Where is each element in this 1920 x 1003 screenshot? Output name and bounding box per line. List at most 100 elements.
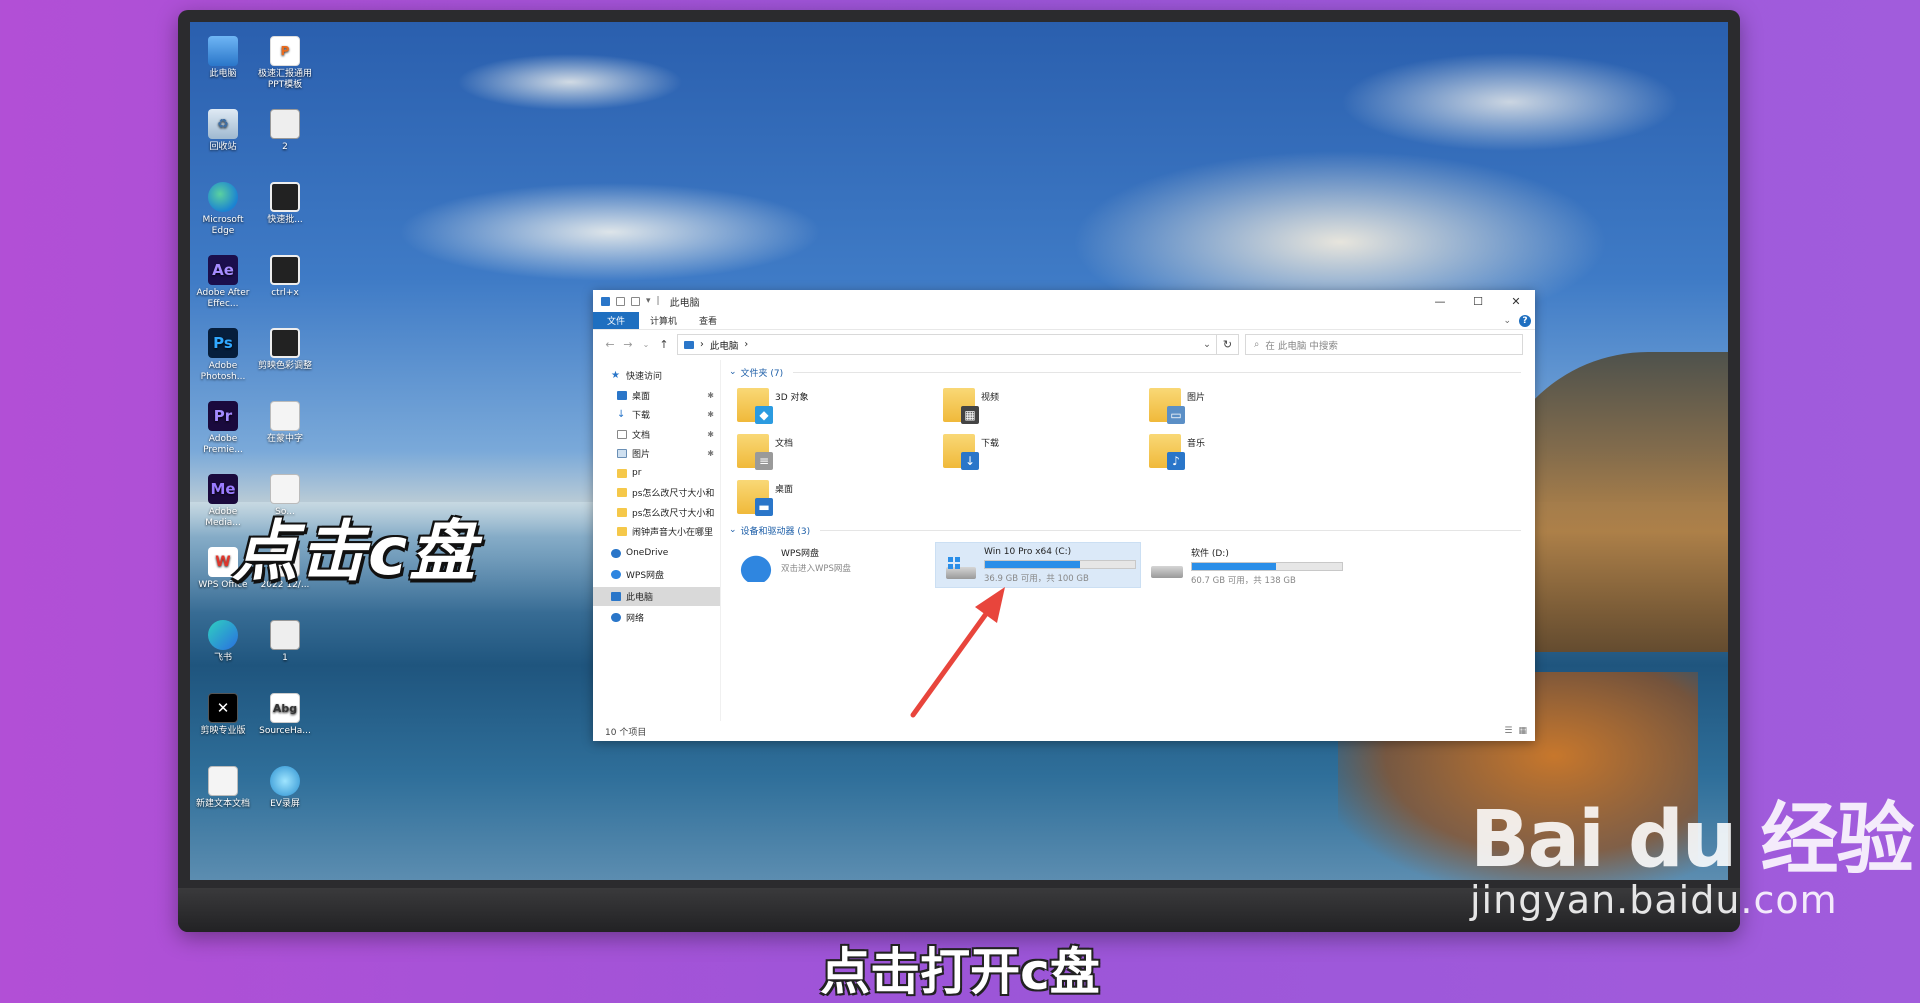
chevron-down-icon[interactable]: ▾ xyxy=(646,296,651,306)
desktop-icon-label: ctrl+x xyxy=(271,288,299,298)
folder-label: 音乐 xyxy=(1187,439,1206,449)
sidebar-item-recent[interactable]: ps怎么改尺寸大小和 xyxy=(593,503,720,523)
drive-description: 双击进入WPS网盘 xyxy=(781,564,851,574)
desktop-icon[interactable]: 剪映色彩调整 xyxy=(256,328,314,372)
folder-item[interactable]: ≡ 文档 xyxy=(729,428,935,474)
pr-icon: Pr xyxy=(208,401,238,431)
search-input[interactable]: ⌕ 在 此电脑 中搜索 xyxy=(1245,334,1523,355)
desktop-icon-label: 在蒙中字 xyxy=(266,434,303,444)
red-arrow-icon xyxy=(910,587,1005,718)
desktop-icon[interactable]: P 极速汇报通用PPT模板 xyxy=(256,36,314,91)
help-icon[interactable]: ? xyxy=(1519,314,1531,327)
address-dropdown-icon[interactable]: ⌄ xyxy=(1198,339,1216,350)
recent-locations-icon[interactable]: ⌄ xyxy=(637,340,655,349)
desktop-icon[interactable]: ✕ 剪映专业版 xyxy=(194,693,252,737)
back-arrow-icon[interactable]: ← xyxy=(601,338,619,351)
desktop-icon[interactable]: 飞书 xyxy=(194,620,252,664)
chevron-down-icon: ⌄ xyxy=(729,367,737,377)
pin-icon[interactable]: ✱ xyxy=(707,449,714,458)
sidebar-item-quick-access[interactable]: ★ 快速访问 xyxy=(593,366,720,386)
drive-d-item[interactable]: 软件 (D:) 60.7 GB 可用，共 138 GB xyxy=(1141,542,1347,588)
divider xyxy=(793,371,1521,373)
recent-list: pr ps怎么改尺寸大小和 ps怎么改尺寸大小和 闹钟声音大小在哪里 xyxy=(593,464,720,542)
forward-arrow-icon[interactable]: → xyxy=(619,338,637,351)
desktop-icon[interactable]: EV录屏 xyxy=(256,766,314,810)
details-view-icon[interactable]: ☰ xyxy=(1504,726,1512,736)
breadcrumb-chevron-icon[interactable]: › xyxy=(744,339,748,350)
sidebar-item-pinned[interactable]: 图片 ✱ xyxy=(593,444,720,464)
blue-icon xyxy=(617,390,627,400)
sidebar-item-wps-drive[interactable]: WPS网盘 xyxy=(593,565,720,585)
folders-group-header[interactable]: ⌄ 文件夹 (7) xyxy=(729,364,1521,380)
ribbon: 文件 计算机 查看 ⌄ ? xyxy=(593,312,1535,329)
address-bar[interactable]: › 此电脑 › ⌄ xyxy=(677,334,1217,355)
refresh-button[interactable]: ↻ xyxy=(1217,334,1239,355)
desktop-icon-label: 新建文本文档 xyxy=(195,799,250,809)
folder-icon xyxy=(617,507,627,517)
sidebar-item-pinned[interactable]: ↓ 下载 ✱ xyxy=(593,405,720,425)
tab-view[interactable]: 查看 xyxy=(688,312,728,329)
minimize-button[interactable]: — xyxy=(1421,295,1459,308)
window-controls: — ☐ ✕ xyxy=(1421,295,1535,308)
drives-group-header[interactable]: ⌄ 设备和驱动器 (3) xyxy=(729,522,1521,538)
sidebar-item-network[interactable]: 网络 xyxy=(593,608,720,628)
group-title: 设备和驱动器 (3) xyxy=(740,526,811,537)
desktop-icon[interactable]: Pr Adobe Premie... xyxy=(194,401,252,456)
up-arrow-icon[interactable]: ↑ xyxy=(655,338,673,351)
folder-item[interactable]: ♪ 音乐 xyxy=(1141,428,1347,474)
folder-item[interactable]: ◆ 3D 对象 xyxy=(729,382,935,428)
desktop-icon[interactable]: 在蒙中字 xyxy=(256,401,314,445)
sidebar-item-onedrive[interactable]: OneDrive xyxy=(593,544,720,564)
drive-usage-fill xyxy=(985,561,1080,568)
drive-name: Win 10 Pro x64 (C:) xyxy=(984,547,1072,557)
desktop-icon[interactable]: 新建文本文档 xyxy=(194,766,252,810)
desktop-icon[interactable]: 2 xyxy=(256,109,314,153)
sidebar-item-this-pc[interactable]: 此电脑 xyxy=(593,586,720,606)
title-bar: ▾ | 此电脑 — ☐ ✕ xyxy=(593,290,1535,312)
pic-icon xyxy=(617,449,627,459)
sidebar-item-pinned[interactable]: 文档 ✱ xyxy=(593,425,720,445)
sidebar-item-recent[interactable]: pr xyxy=(593,464,720,484)
img-icon xyxy=(270,620,300,650)
properties-icon[interactable] xyxy=(616,296,625,306)
sidebar-item-recent[interactable]: 闹钟声音大小在哪里 xyxy=(593,522,720,542)
tab-file[interactable]: 文件 xyxy=(593,312,640,329)
folder-item[interactable]: ↓ 下载 xyxy=(935,428,1141,474)
wps-drive-item[interactable]: WPS网盘 双击进入WPS网盘 xyxy=(729,542,935,588)
desktop-icon[interactable]: 快速批... xyxy=(256,182,314,226)
folder-icon xyxy=(617,488,627,498)
expand-ribbon-icon[interactable]: ⌄ xyxy=(1503,316,1511,326)
desktop-icon[interactable]: ctrl+x xyxy=(256,255,314,299)
desktop-icon[interactable]: Ae Adobe After Effec... xyxy=(194,255,252,310)
pin-icon[interactable]: ✱ xyxy=(707,410,714,419)
pin-icon[interactable]: ✱ xyxy=(707,430,714,439)
desktop-icon[interactable]: Microsoft Edge xyxy=(194,182,252,237)
sidebar-item-label: ps怎么改尺寸大小和 xyxy=(632,489,715,500)
folder-item[interactable]: ▦ 视频 xyxy=(935,382,1141,428)
breadcrumb-chevron-icon[interactable]: › xyxy=(700,339,704,350)
desktop-icon-label: Adobe Photosh... xyxy=(200,361,246,382)
breadcrumb-this-pc[interactable]: 此电脑 xyxy=(710,338,739,352)
new-folder-icon[interactable] xyxy=(631,296,640,306)
separator-icon: | xyxy=(656,296,660,306)
desktop-icon[interactable]: 此电脑 xyxy=(194,36,252,80)
drive-name: 软件 (D:) xyxy=(1191,549,1229,559)
sidebar-item-recent[interactable]: ps怎么改尺寸大小和 xyxy=(593,483,720,503)
folder-item[interactable]: ▭ 图片 xyxy=(1141,382,1347,428)
desktop-icon[interactable]: Ps Adobe Photosh... xyxy=(194,328,252,383)
close-button[interactable]: ✕ xyxy=(1497,295,1535,308)
maximize-button[interactable]: ☐ xyxy=(1459,295,1497,308)
desktop-icon[interactable]: ♻ 回收站 xyxy=(194,109,252,153)
large-icons-view-icon[interactable]: ▦ xyxy=(1518,726,1527,736)
folder-item[interactable]: ▬ 桌面 xyxy=(729,474,935,520)
desktop-icon[interactable]: 1 xyxy=(256,620,314,664)
sidebar-item-pinned[interactable]: 桌面 ✱ xyxy=(593,386,720,406)
star-icon: ★ xyxy=(611,369,620,381)
folder-badge-icon: ♪ xyxy=(1167,452,1185,470)
pin-icon[interactable]: ✱ xyxy=(707,391,714,400)
drive-usage-bar xyxy=(984,560,1136,569)
drive-c-item[interactable]: Win 10 Pro x64 (C:) 36.9 GB 可用，共 100 GB xyxy=(935,542,1141,588)
desktop-icon[interactable]: Abg SourceHa... xyxy=(256,693,314,737)
chevron-down-icon: ⌄ xyxy=(729,525,737,535)
tab-computer[interactable]: 计算机 xyxy=(639,312,688,329)
